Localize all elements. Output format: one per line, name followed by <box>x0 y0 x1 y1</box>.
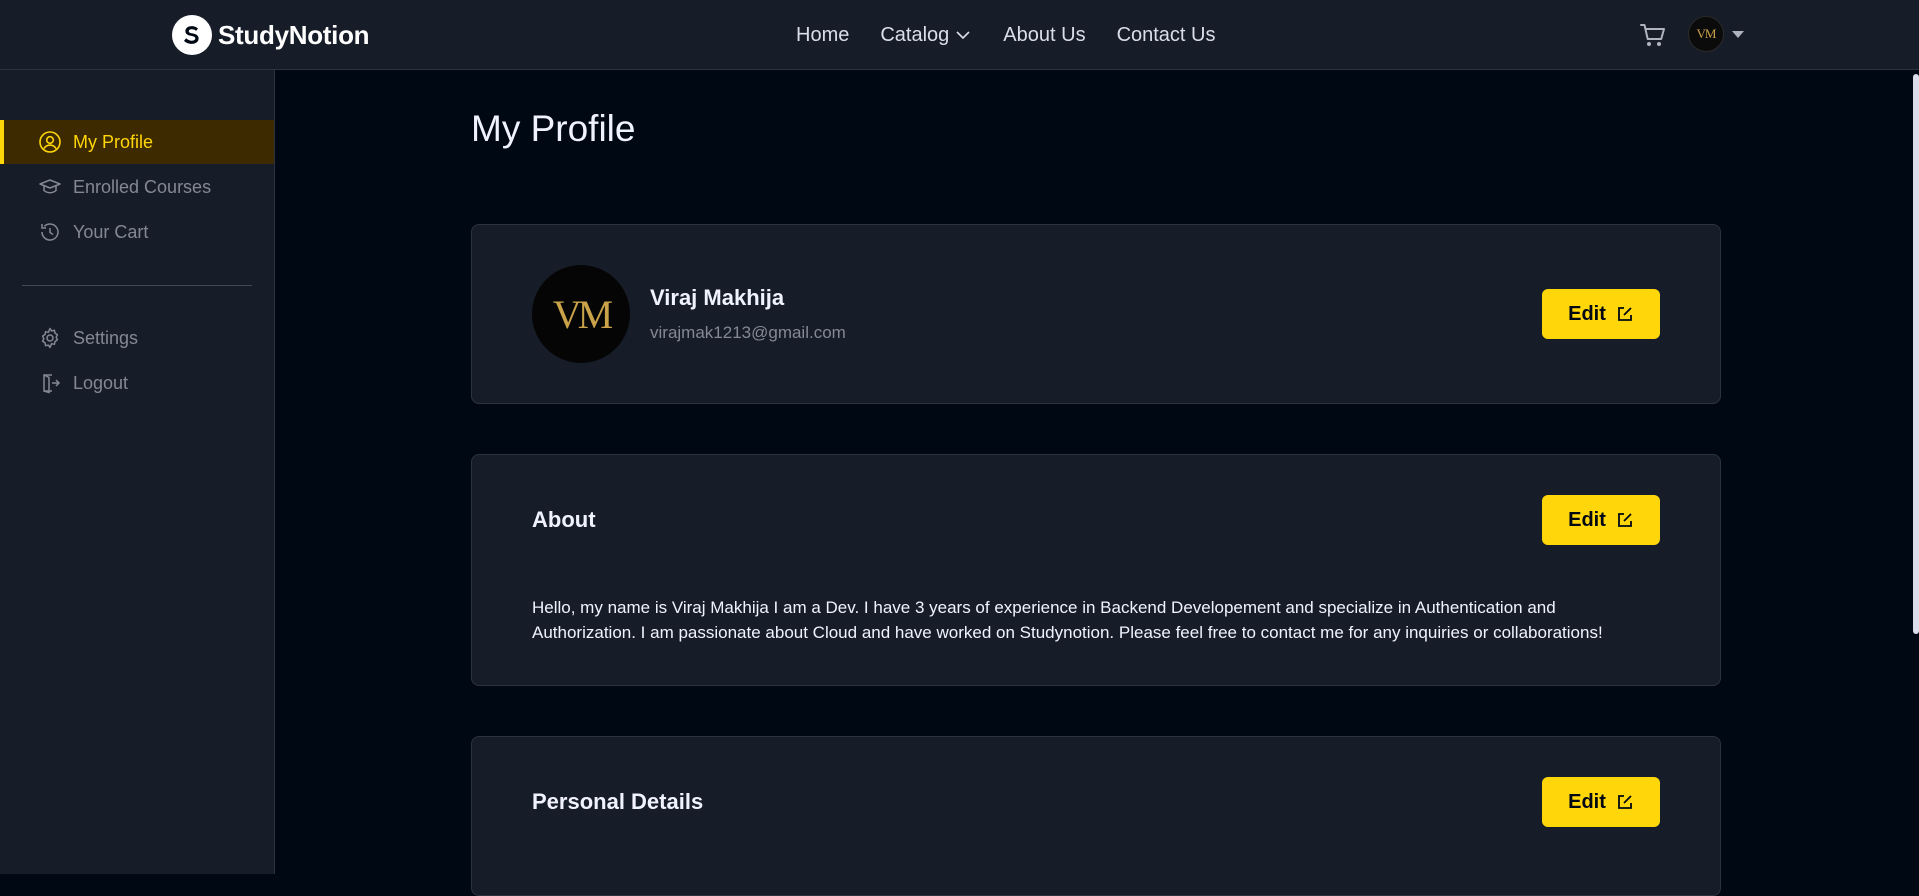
profile-card: VM Viraj Makhija virajmak1213@gmail.com … <box>471 224 1721 404</box>
edit-icon <box>1617 795 1632 809</box>
sidebar-item-my-profile[interactable]: My Profile <box>0 120 274 164</box>
about-card: About Edit Hello, my name is Viraj Makhi… <box>471 454 1721 686</box>
cart-icon[interactable] <box>1638 20 1668 50</box>
top-navbar: StudyNotion Home Catalog About Us Contac… <box>0 0 1919 70</box>
edit-button-label: Edit <box>1568 508 1606 531</box>
user-email: virajmak1213@gmail.com <box>650 323 846 342</box>
personal-details-card: Personal Details Edit <box>471 736 1721 896</box>
history-icon <box>41 223 59 241</box>
about-heading: About <box>532 507 596 532</box>
brand-name: StudyNotion <box>218 19 370 50</box>
brand-logo[interactable]: StudyNotion <box>172 14 370 56</box>
sidebar-item-label: Settings <box>73 327 139 348</box>
sidebar-item-label: Your Cart <box>73 221 149 242</box>
user-name: Viraj Makhija <box>650 285 785 310</box>
sidebar-item-label: My Profile <box>73 131 154 152</box>
sidebar-item-your-cart[interactable]: Your Cart <box>0 210 274 254</box>
about-text: Hello, my name is Viraj Makhija I am a D… <box>532 598 1603 642</box>
chevron-down-icon <box>956 31 970 40</box>
sidebar: My Profile Enrolled Courses Your Cart Se… <box>0 70 275 874</box>
page-scrollbar[interactable] <box>1913 74 1919 634</box>
sidebar-item-label: Logout <box>73 372 129 393</box>
edit-icon <box>1617 513 1632 527</box>
sidebar-item-enrolled-courses[interactable]: Enrolled Courses <box>0 165 274 209</box>
edit-about-button[interactable]: Edit <box>1542 495 1660 545</box>
profile-dropdown[interactable]: VM <box>1688 16 1744 52</box>
logo-icon <box>172 15 212 55</box>
nav-contact-us[interactable]: Contact Us <box>1117 24 1216 47</box>
logout-icon <box>43 374 61 394</box>
gear-icon <box>41 327 59 349</box>
edit-button-label: Edit <box>1568 790 1606 813</box>
personal-details-heading: Personal Details <box>532 789 704 814</box>
sidebar-item-logout[interactable]: Logout <box>0 361 274 405</box>
main-nav: Home Catalog About Us Contact Us <box>796 22 1216 48</box>
edit-button-label: Edit <box>1568 302 1606 325</box>
graduation-cap-icon <box>39 179 61 194</box>
sidebar-item-settings[interactable]: Settings <box>0 316 274 360</box>
nav-catalog-label: Catalog <box>880 23 950 46</box>
sidebar-item-label: Enrolled Courses <box>73 176 212 197</box>
header-avatar: VM <box>1688 16 1724 52</box>
edit-icon <box>1617 307 1632 321</box>
page-title: My Profile <box>471 108 636 149</box>
user-circle-icon <box>39 131 61 153</box>
edit-profile-button[interactable]: Edit <box>1542 289 1660 339</box>
profile-avatar: VM <box>532 265 630 363</box>
nav-home[interactable]: Home <box>796 24 849 47</box>
nav-about-us[interactable]: About Us <box>1003 24 1085 47</box>
sidebar-divider <box>22 285 252 286</box>
caret-down-icon <box>1732 30 1744 38</box>
nav-catalog[interactable]: Catalog <box>880 24 972 47</box>
edit-personal-details-button[interactable]: Edit <box>1542 777 1660 827</box>
